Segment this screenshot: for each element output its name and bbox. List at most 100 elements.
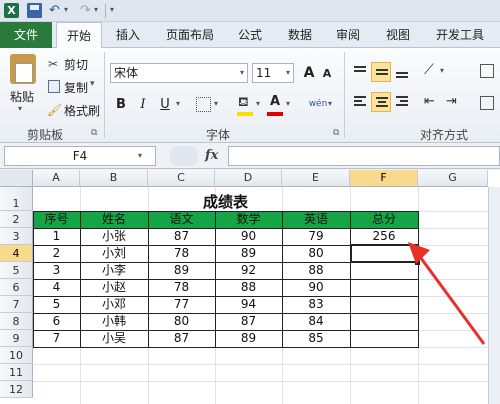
borders-icon[interactable]: [196, 97, 211, 112]
table-cell[interactable]: 90: [215, 228, 282, 245]
increase-indent-icon[interactable]: ⇥: [446, 94, 457, 109]
shrink-font-button[interactable]: A: [318, 65, 336, 83]
vertical-scrollbar[interactable]: [488, 187, 500, 404]
name-box[interactable]: F4: [4, 146, 156, 166]
align-bottom-button[interactable]: [392, 62, 412, 82]
tab-view[interactable]: 视图: [378, 22, 418, 48]
table-cell[interactable]: 79: [282, 228, 350, 245]
tab-developer[interactable]: 开发工具: [428, 22, 492, 48]
bold-button[interactable]: B: [112, 96, 130, 114]
column-header-c[interactable]: C: [148, 170, 215, 187]
redo-dropdown-icon[interactable]: ▾: [94, 5, 98, 14]
table-cell[interactable]: 小张: [80, 228, 148, 245]
header-cell[interactable]: 语文: [148, 211, 215, 228]
table-cell[interactable]: 85: [282, 330, 350, 347]
row-header-11[interactable]: 11: [0, 364, 33, 381]
underline-dropdown-icon[interactable]: ▾: [176, 99, 180, 108]
table-cell[interactable]: 89: [215, 245, 282, 262]
table-cell[interactable]: 92: [215, 262, 282, 279]
tab-formulas[interactable]: 公式: [230, 22, 270, 48]
tab-file[interactable]: 文件: [0, 22, 52, 48]
table-cell[interactable]: 84: [282, 313, 350, 330]
table-cell[interactable]: 89: [148, 262, 215, 279]
table-cell[interactable]: 小吴: [80, 330, 148, 347]
table-cell[interactable]: 80: [282, 245, 350, 262]
tab-review[interactable]: 审阅: [328, 22, 368, 48]
align-middle-button[interactable]: [371, 62, 391, 82]
header-cell[interactable]: 数学: [215, 211, 282, 228]
save-icon[interactable]: [27, 3, 42, 18]
excel-logo-icon[interactable]: X: [4, 3, 19, 18]
paste-dropdown-icon[interactable]: ▾: [18, 104, 22, 113]
table-cell[interactable]: 80: [148, 313, 215, 330]
copy-dropdown-icon[interactable]: ▾: [90, 79, 95, 89]
orientation-dropdown-icon[interactable]: ▾: [440, 66, 444, 75]
column-header-d[interactable]: D: [215, 170, 282, 187]
table-cell[interactable]: 87: [148, 228, 215, 245]
insert-function-button[interactable]: fx: [205, 146, 218, 166]
tab-data[interactable]: 数据: [280, 22, 320, 48]
table-cell[interactable]: 83: [282, 296, 350, 313]
sheet-title[interactable]: 成绩表: [33, 192, 418, 212]
customize-quick-access-icon[interactable]: ▾: [110, 5, 114, 14]
redo-icon[interactable]: ↷: [78, 3, 93, 18]
row-header-7[interactable]: 7: [0, 296, 33, 313]
table-cell[interactable]: 1: [33, 228, 80, 245]
underline-button[interactable]: U: [156, 96, 174, 114]
row-header-9[interactable]: 9: [0, 330, 33, 347]
table-cell[interactable]: 87: [148, 330, 215, 347]
table-cell[interactable]: 88: [282, 262, 350, 279]
header-cell[interactable]: 姓名: [80, 211, 148, 228]
table-cell[interactable]: 6: [33, 313, 80, 330]
column-header-a[interactable]: A: [33, 170, 80, 187]
row-header-12[interactable]: 12: [0, 381, 33, 398]
row-header-6[interactable]: 6: [0, 279, 33, 296]
table-cell[interactable]: 小赵: [80, 279, 148, 296]
table-cell[interactable]: 94: [215, 296, 282, 313]
grow-font-button[interactable]: A: [300, 64, 318, 82]
table-cell[interactable]: 78: [148, 245, 215, 262]
row-header-4[interactable]: 4: [0, 245, 33, 262]
column-header-g[interactable]: G: [418, 170, 488, 187]
align-left-button[interactable]: [350, 92, 370, 112]
header-cell[interactable]: 英语: [282, 211, 350, 228]
borders-dropdown-icon[interactable]: ▾: [214, 99, 218, 108]
column-header-e[interactable]: E: [282, 170, 350, 187]
table-cell[interactable]: 2: [33, 245, 80, 262]
tab-insert[interactable]: 插入: [108, 22, 148, 48]
merge-center-icon[interactable]: [480, 96, 494, 110]
paste-button[interactable]: 粘贴: [10, 88, 34, 105]
row-header-3[interactable]: 3: [0, 228, 33, 245]
align-top-button[interactable]: [350, 62, 370, 82]
tab-page-layout[interactable]: 页面布局: [158, 22, 222, 48]
row-header-8[interactable]: 8: [0, 313, 33, 330]
table-cell[interactable]: 3: [33, 262, 80, 279]
column-header-b[interactable]: B: [80, 170, 148, 187]
font-color-dropdown-icon[interactable]: ▾: [286, 99, 290, 108]
table-cell[interactable]: 5: [33, 296, 80, 313]
align-center-button[interactable]: [371, 92, 391, 112]
cut-button[interactable]: 剪切: [64, 56, 88, 73]
header-cell[interactable]: 总分: [350, 211, 418, 228]
row-header-2[interactable]: 2: [0, 211, 33, 228]
undo-dropdown-icon[interactable]: ▾: [64, 5, 68, 14]
align-right-button[interactable]: [392, 92, 412, 112]
font-color-button[interactable]: A: [266, 93, 284, 111]
font-launcher-icon[interactable]: ⧉: [333, 128, 339, 138]
clipboard-launcher-icon[interactable]: ⧉: [91, 128, 97, 138]
column-header-f[interactable]: F: [350, 170, 418, 187]
header-cell[interactable]: 序号: [33, 211, 80, 228]
table-cell[interactable]: 89: [215, 330, 282, 347]
select-all-corner[interactable]: [0, 170, 33, 187]
row-header-10[interactable]: 10: [0, 347, 33, 364]
italic-button[interactable]: I: [134, 96, 152, 114]
table-cell[interactable]: 77: [148, 296, 215, 313]
decrease-indent-icon[interactable]: ⇤: [424, 94, 435, 109]
font-size-select[interactable]: 11 ▾: [252, 63, 294, 83]
copy-button[interactable]: 复制: [64, 79, 88, 96]
orientation-icon[interactable]: ⟋: [424, 62, 434, 78]
spreadsheet-grid[interactable]: A B C D E F G 1 2 3 4 5 6 7 8 9 10 11 12…: [0, 170, 500, 404]
table-cell[interactable]: 小邓: [80, 296, 148, 313]
table-cell[interactable]: 7: [33, 330, 80, 347]
phonetic-dropdown-icon[interactable]: ▾: [328, 99, 332, 108]
